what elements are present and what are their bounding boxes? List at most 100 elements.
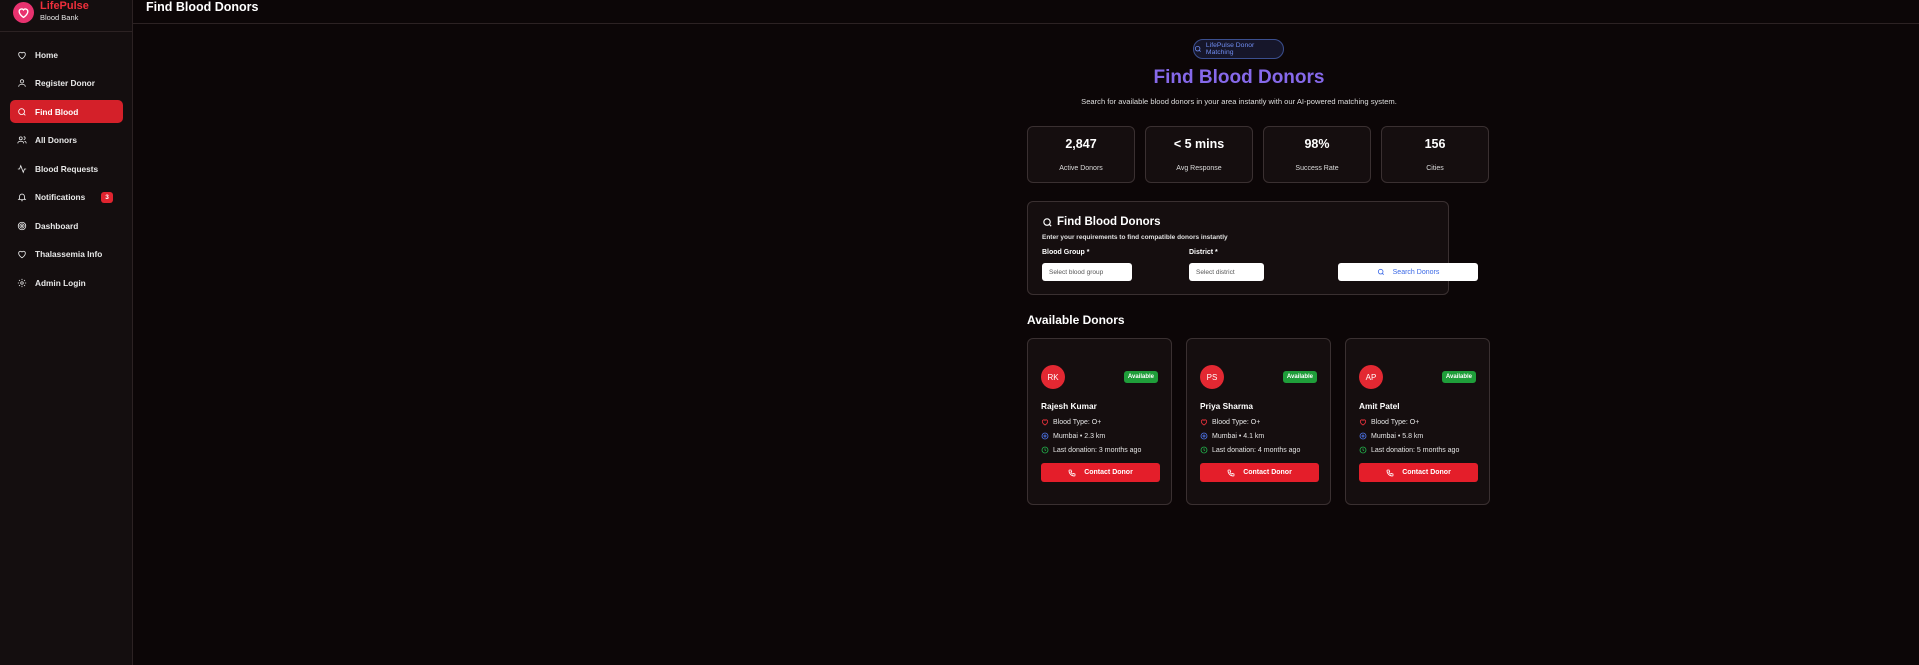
- contact-donor-button-label: Contact Donor: [1243, 469, 1292, 476]
- sidebar-item-label: Admin Login: [35, 277, 86, 288]
- donor-blood-type-text: Blood Type: O+: [1053, 418, 1102, 426]
- sidebar-item-label: Home: [35, 49, 59, 60]
- search-icon: [17, 107, 27, 117]
- heart-icon: [1200, 419, 1208, 426]
- donor-location-text: Mumbai • 4.1 km: [1212, 432, 1265, 440]
- stat-card-cities: 156 Cities: [1381, 126, 1489, 183]
- donor-last-donation-text: Last donation: 4 months ago: [1212, 446, 1301, 454]
- search-icon: [1194, 45, 1201, 52]
- sidebar-item-find-blood[interactable]: Find Blood: [10, 100, 123, 123]
- location-icon: [1359, 432, 1367, 440]
- search-card: Find Blood Donors Enter your requirement…: [1027, 201, 1478, 295]
- heart-logo-icon: [13, 2, 34, 23]
- donor-name: Amit Patel: [1359, 401, 1400, 411]
- donor-location: Mumbai • 2.3 km: [1041, 432, 1105, 440]
- donor-last-donation: Last donation: 3 months ago: [1041, 446, 1141, 454]
- status-badge: Available: [1441, 371, 1476, 383]
- sidebar-nav: Home Register Donor Find Blood All Donor…: [10, 43, 123, 300]
- phone-icon: [1386, 469, 1394, 476]
- sidebar-item-home[interactable]: Home: [10, 43, 123, 66]
- sidebar-item-label: Blood Requests: [35, 163, 99, 174]
- donor-card: AP Available Amit Patel Blood Type: O+ M…: [1345, 338, 1490, 505]
- clock-icon: [1200, 446, 1208, 454]
- sidebar-item-blood-requests[interactable]: Blood Requests: [10, 157, 123, 180]
- contact-donor-button[interactable]: Contact Donor: [1359, 463, 1478, 482]
- stat-value: 98%: [1304, 137, 1330, 151]
- district-select[interactable]: Select district: [1189, 263, 1264, 281]
- search-card-title-text: Find Blood Donors: [1057, 216, 1161, 228]
- page-title: Find Blood Donors: [146, 0, 259, 14]
- heart-icon: [1041, 419, 1049, 426]
- sidebar-item-label: Dashboard: [35, 220, 79, 231]
- sidebar-item-notifications[interactable]: Notifications 3: [10, 186, 123, 209]
- gear-icon: [17, 278, 27, 288]
- avatar: PS: [1200, 365, 1224, 389]
- hero-subtitle: Search for available blood donors in you…: [1081, 97, 1397, 106]
- donor-name: Rajesh Kumar: [1041, 401, 1097, 411]
- main-content: LifePulse Donor Matching Find Blood Dono…: [133, 25, 1919, 665]
- stat-card-active-donors: 2,847 Active Donors: [1027, 126, 1135, 183]
- district-label: District *: [1189, 249, 1218, 256]
- donor-location: Mumbai • 5.8 km: [1359, 432, 1423, 440]
- stats-row: 2,847 Active Donors < 5 mins Avg Respons…: [1027, 126, 1489, 183]
- contact-donor-button[interactable]: Contact Donor: [1200, 463, 1319, 482]
- hero-title: Find Blood Donors: [1153, 67, 1325, 88]
- heart-icon: [17, 50, 27, 60]
- heart-icon: [1359, 419, 1367, 426]
- contact-donor-button-label: Contact Donor: [1402, 469, 1451, 476]
- donor-location: Mumbai • 4.1 km: [1200, 432, 1264, 440]
- sidebar: LifePulse Blood Bank Home Register Donor…: [0, 0, 133, 665]
- stat-label: Cities: [1426, 165, 1444, 172]
- stat-card-success-rate: 98% Success Rate: [1263, 126, 1371, 183]
- donor-card: PS Available Priya Sharma Blood Type: O+…: [1186, 338, 1331, 505]
- donor-last-donation-text: Last donation: 5 months ago: [1371, 446, 1460, 454]
- stat-value: 2,847: [1065, 137, 1097, 151]
- stat-label: Avg Response: [1176, 165, 1222, 172]
- stat-card-avg-response: < 5 mins Avg Response: [1145, 126, 1253, 183]
- donor-list: RK Available Rajesh Kumar Blood Type: O+…: [1027, 338, 1490, 505]
- phone-icon: [1227, 469, 1235, 476]
- clock-icon: [1041, 446, 1049, 454]
- search-donors-button[interactable]: Search Donors: [1338, 263, 1478, 281]
- heart-icon: [17, 249, 27, 259]
- search-card-description: Enter your requirements to find compatib…: [1042, 234, 1228, 241]
- sidebar-item-label: Register Donor: [35, 78, 95, 88]
- donor-last-donation: Last donation: 5 months ago: [1359, 446, 1459, 454]
- search-icon: [1043, 217, 1052, 227]
- blood-group-select[interactable]: Select blood group: [1042, 263, 1132, 281]
- search-donors-button-label: Search Donors: [1392, 268, 1440, 276]
- contact-donor-button[interactable]: Contact Donor: [1041, 463, 1160, 482]
- user-icon: [17, 78, 27, 88]
- donor-location-text: Mumbai • 2.3 km: [1053, 432, 1106, 440]
- contact-donor-button-label: Contact Donor: [1084, 469, 1133, 476]
- donor-blood-type-text: Blood Type: O+: [1371, 418, 1420, 426]
- donor-name: Priya Sharma: [1200, 401, 1254, 411]
- donor-blood-type: Blood Type: O+: [1200, 418, 1260, 426]
- status-badge: Available: [1282, 371, 1317, 383]
- clock-icon: [1359, 446, 1367, 454]
- phone-icon: [1068, 469, 1076, 476]
- sidebar-item-dashboard[interactable]: Dashboard: [10, 214, 123, 237]
- brand-name: LifePulse: [40, 0, 89, 12]
- bell-icon: [17, 192, 27, 202]
- sidebar-item-admin-login[interactable]: Admin Login: [10, 271, 123, 294]
- donor-blood-type-text: Blood Type: O+: [1212, 418, 1261, 426]
- sidebar-item-label: Notifications: [35, 192, 86, 202]
- stat-label: Active Donors: [1059, 165, 1103, 172]
- sidebar-item-all-donors[interactable]: All Donors: [10, 129, 123, 152]
- top-bar: Find Blood Donors: [133, 0, 1919, 24]
- search-card-title: Find Blood Donors: [1042, 216, 1160, 228]
- sidebar-item-label: Thalassemia Info: [35, 249, 103, 259]
- donor-last-donation-text: Last donation: 3 months ago: [1053, 446, 1142, 454]
- notification-count-badge: 3: [101, 191, 113, 203]
- donor-blood-type: Blood Type: O+: [1041, 418, 1101, 426]
- sidebar-item-register-donor[interactable]: Register Donor: [10, 72, 123, 95]
- donor-location-text: Mumbai • 5.8 km: [1371, 432, 1424, 440]
- brand[interactable]: LifePulse Blood Bank: [0, 0, 132, 32]
- available-donors-title: Available Donors: [1027, 313, 1125, 327]
- blood-group-label: Blood Group *: [1042, 249, 1090, 256]
- donor-blood-type: Blood Type: O+: [1359, 418, 1419, 426]
- stat-value: < 5 mins: [1173, 137, 1225, 151]
- stat-value: 156: [1424, 137, 1446, 151]
- sidebar-item-thalassemia-info[interactable]: Thalassemia Info: [10, 243, 123, 266]
